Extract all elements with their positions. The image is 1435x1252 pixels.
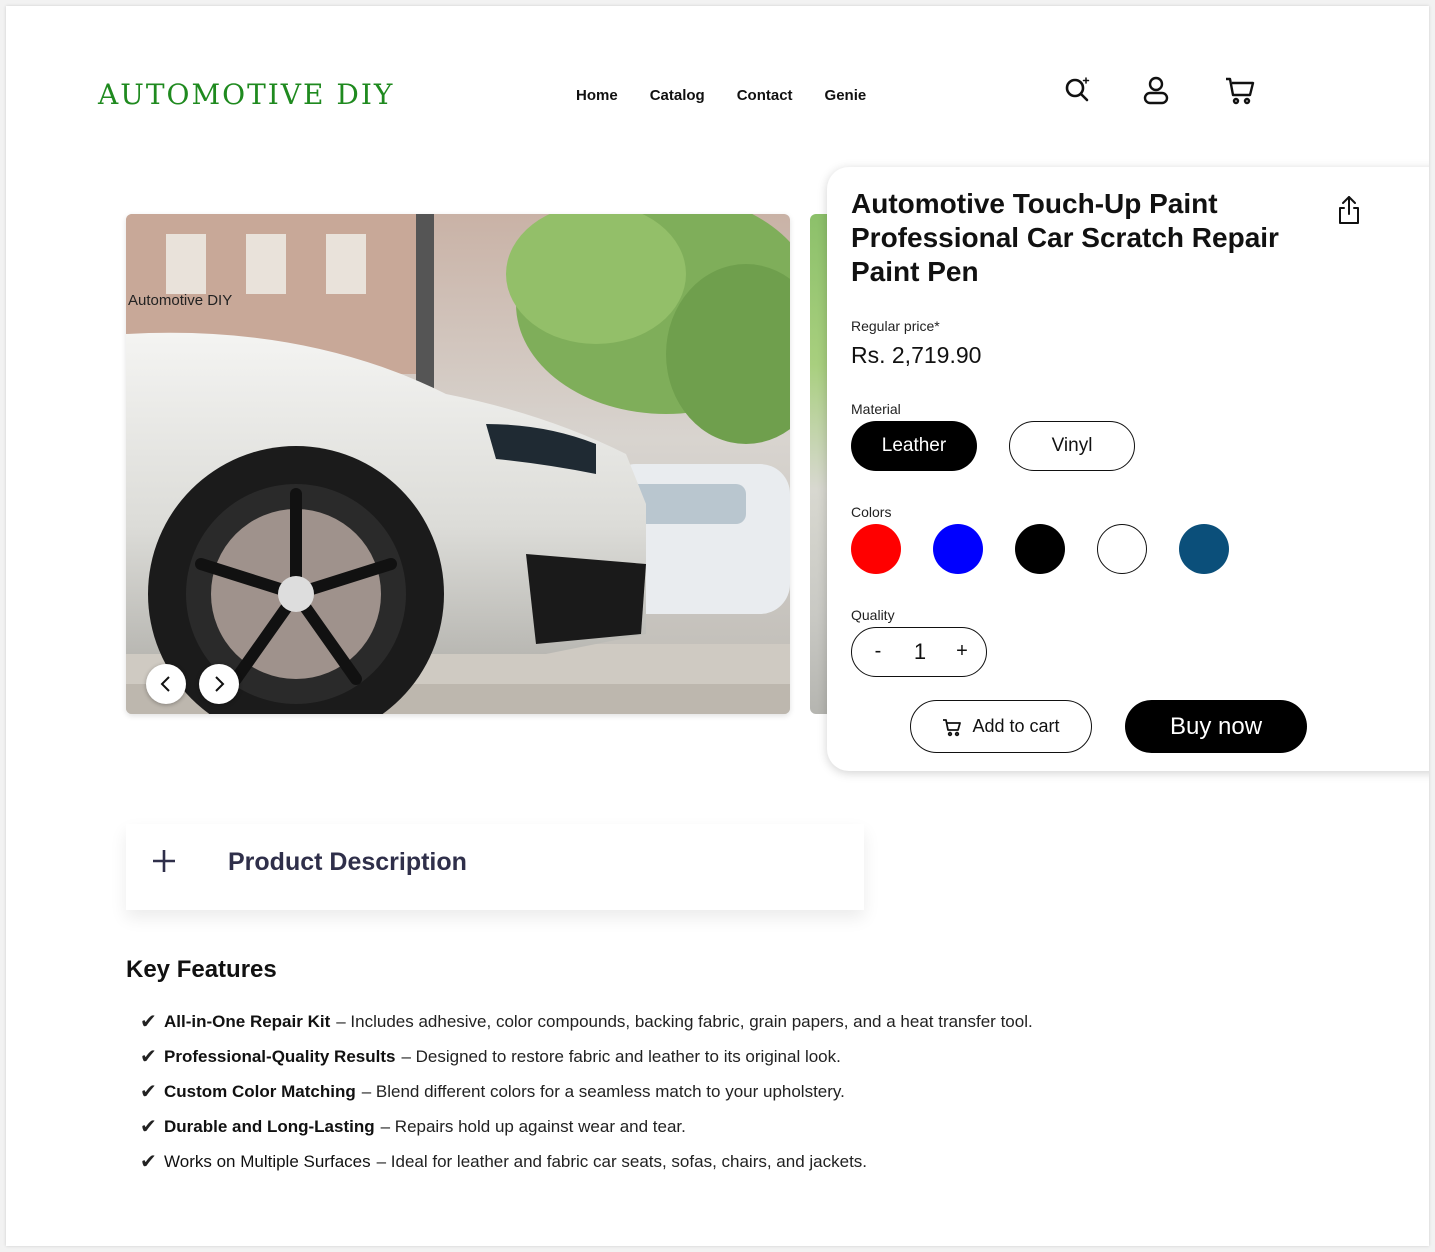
color-swatch-black[interactable] — [1015, 524, 1065, 574]
feature-text: – Repairs hold up against wear and tear. — [380, 1117, 686, 1136]
buy-now-button[interactable]: Buy now — [1125, 700, 1307, 753]
feature-text: – Ideal for leather and fabric car seats… — [376, 1152, 868, 1171]
nav-catalog[interactable]: Catalog — [650, 87, 705, 104]
list-item: ✔ Custom Color Matching – Blend differen… — [140, 1082, 1033, 1117]
chevron-right-icon — [215, 676, 225, 692]
product-image-main: Automotive DIY — [126, 214, 790, 714]
add-to-cart-label: Add to cart — [972, 716, 1060, 736]
feature-name: Works on Multiple Surfaces — [164, 1152, 371, 1171]
quantity-increase-button[interactable]: + — [952, 640, 972, 663]
site-logo[interactable]: AUTOMOTIVE DIY — [98, 78, 394, 111]
product-panel: Automotive Touch-Up Paint Professional C… — [827, 167, 1429, 771]
cart-icon[interactable] — [1224, 74, 1256, 106]
color-swatch-navy[interactable] — [1179, 524, 1229, 574]
feature-text: – Designed to restore fabric and leather… — [401, 1047, 841, 1066]
gallery-prev-button[interactable] — [146, 664, 186, 704]
checkmark-icon: ✔ — [140, 1151, 157, 1173]
nav-genie[interactable]: Genie — [825, 87, 867, 104]
checkmark-icon: ✔ — [140, 1046, 157, 1068]
quantity-decrease-button[interactable]: - — [868, 640, 888, 663]
colors-label: Colors — [851, 504, 892, 520]
feature-text: – Blend different colors for a seamless … — [361, 1082, 845, 1101]
price-label: Regular price* — [851, 318, 940, 334]
feature-name: Durable and Long-Lasting — [164, 1117, 375, 1136]
list-item: ✔ Professional-Quality Results – Designe… — [140, 1047, 1033, 1082]
cart-icon — [943, 718, 962, 736]
material-option-leather[interactable]: Leather — [851, 421, 977, 471]
feature-name: Custom Color Matching — [164, 1082, 356, 1101]
material-option-vinyl[interactable]: Vinyl — [1009, 421, 1135, 471]
color-swatch-blue[interactable] — [933, 524, 983, 574]
product-description-accordion[interactable]: Product Description — [126, 824, 864, 910]
material-label: Material — [851, 401, 901, 417]
list-item: ✔ All-in-One Repair Kit – Includes adhes… — [140, 1012, 1033, 1047]
product-price: Rs. 2,719.90 — [851, 342, 982, 368]
search-sparkle-icon[interactable] — [1062, 74, 1094, 106]
key-features-list: ✔ All-in-One Repair Kit – Includes adhes… — [140, 1012, 1033, 1187]
color-swatch-red[interactable] — [851, 524, 901, 574]
feature-name: All-in-One Repair Kit — [164, 1012, 331, 1031]
user-icon[interactable] — [1140, 74, 1172, 106]
key-features-title: Key Features — [126, 956, 277, 983]
feature-text: – Includes adhesive, color compounds, ba… — [336, 1012, 1033, 1031]
car-photo — [126, 214, 790, 714]
image-caption: Automotive DIY — [128, 292, 233, 309]
checkmark-icon: ✔ — [140, 1011, 157, 1033]
product-description-title: Product Description — [228, 848, 467, 876]
quantity-stepper: - 1 + — [851, 627, 987, 677]
gallery-next-button[interactable] — [199, 664, 239, 704]
quantity-value: 1 — [913, 639, 927, 664]
checkmark-icon: ✔ — [140, 1081, 157, 1103]
product-title: Automotive Touch-Up Paint Professional C… — [851, 188, 1279, 287]
nav-contact[interactable]: Contact — [737, 87, 793, 104]
checkmark-icon: ✔ — [140, 1116, 157, 1138]
quality-label: Quality — [851, 607, 895, 623]
nav-home[interactable]: Home — [576, 87, 618, 104]
feature-name: Professional-Quality Results — [164, 1047, 396, 1066]
page: AUTOMOTIVE DIY Home Catalog Contact Geni… — [6, 6, 1429, 1246]
list-item: ✔ Works on Multiple Surfaces – Ideal for… — [140, 1152, 1033, 1187]
color-swatch-white[interactable] — [1097, 524, 1147, 574]
plus-icon — [153, 850, 175, 872]
share-icon[interactable] — [1335, 194, 1363, 226]
add-to-cart-button[interactable]: Add to cart — [910, 700, 1092, 753]
chevron-left-icon — [160, 676, 170, 692]
list-item: ✔ Durable and Long-Lasting – Repairs hol… — [140, 1117, 1033, 1152]
main-nav: Home Catalog Contact Genie — [576, 87, 866, 104]
